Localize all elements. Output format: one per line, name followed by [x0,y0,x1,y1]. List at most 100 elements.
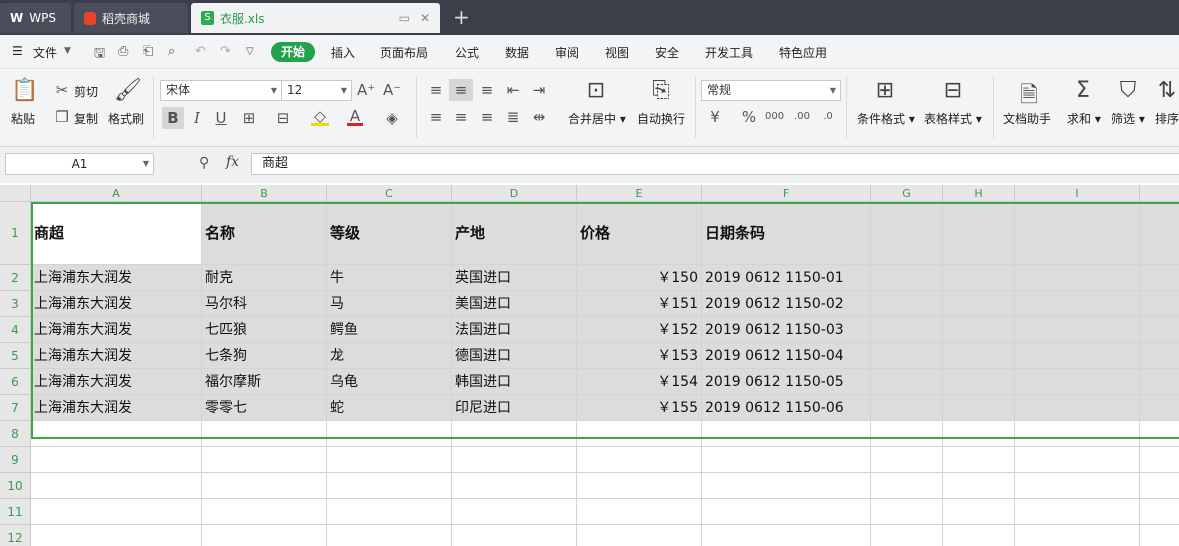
row-header[interactable]: 4 [0,317,31,343]
cell[interactable]: 上海浦东大润发 [31,291,202,317]
cell[interactable] [202,447,327,473]
cell[interactable] [1140,499,1179,525]
column-header[interactable]: E [577,185,702,202]
menu-hamburger-icon[interactable]: ☰ [12,44,23,58]
copy-icon[interactable]: ❐ [54,108,70,126]
cell[interactable] [943,499,1015,525]
row-header[interactable]: 11 [0,499,31,525]
cell[interactable] [1140,369,1179,395]
cell[interactable] [327,447,452,473]
cell[interactable]: 乌龟 [327,369,452,395]
cell[interactable] [1015,291,1140,317]
cell[interactable] [1140,265,1179,291]
cell[interactable] [871,202,943,265]
cell[interactable]: 2019 0612 1150-06 [702,395,871,421]
cell[interactable] [943,202,1015,265]
cell[interactable] [327,499,452,525]
cell[interactable] [943,317,1015,343]
cell[interactable] [1140,447,1179,473]
paste-icon[interactable]: 📋 [10,78,40,103]
cell[interactable] [871,343,943,369]
cell[interactable] [871,395,943,421]
tab-document[interactable]: S 衣服.xls ▭ ✕ [191,3,440,33]
chevron-down-icon[interactable]: ▼ [64,46,71,56]
cell[interactable] [1140,291,1179,317]
column-header[interactable]: F [702,185,871,202]
row-header[interactable]: 5 [0,343,31,369]
formula-input[interactable]: 商超 [251,153,1179,175]
cell[interactable] [702,447,871,473]
cell[interactable] [577,473,702,499]
cell[interactable]: ￥153 [577,343,702,369]
menu-file[interactable]: 文件 [33,44,57,61]
header-cell[interactable]: 价格 [577,202,702,265]
sort-icon[interactable]: ⇅ [1155,78,1179,103]
decrease-font-icon[interactable]: A⁻ [383,81,401,99]
cell[interactable]: 零零七 [202,395,327,421]
row-header[interactable]: 10 [0,473,31,499]
quick-access-dropdown-icon[interactable]: ▽ [246,46,254,57]
cell[interactable] [1015,395,1140,421]
cell[interactable]: 蛇 [327,395,452,421]
cell[interactable] [943,421,1015,447]
cell[interactable] [202,499,327,525]
column-header[interactable]: A [31,185,202,202]
thousands-separator-icon[interactable]: 000 [765,108,784,126]
conditional-format-icon[interactable]: ⊞ [871,78,899,103]
cell[interactable] [1140,202,1179,265]
column-header[interactable]: C [327,185,452,202]
paste-button[interactable]: 粘贴 [11,110,35,127]
row-header[interactable]: 8 [0,421,31,447]
cell[interactable]: 2019 0612 1150-02 [702,291,871,317]
increase-font-icon[interactable]: A⁺ [357,81,375,99]
decrease-decimal-icon[interactable]: .0 [818,108,838,126]
menu-data[interactable]: 数据 [505,44,529,61]
cell[interactable] [31,525,202,546]
cell[interactable] [943,473,1015,499]
indent-increase-icon[interactable]: ⇥ [530,81,548,99]
cell[interactable] [871,265,943,291]
cell[interactable] [702,499,871,525]
merge-center-button[interactable]: 合并居中 ▾ [568,110,626,127]
merge-center-icon[interactable]: ⊡ [582,78,610,103]
cell[interactable] [943,395,1015,421]
cell[interactable] [943,291,1015,317]
cell[interactable] [871,499,943,525]
row-header[interactable]: 2 [0,265,31,291]
row-header[interactable]: 3 [0,291,31,317]
align-center-icon[interactable]: ≡ [452,108,470,126]
cell[interactable]: 英国进口 [452,265,577,291]
cell[interactable] [702,421,871,447]
cell[interactable] [1140,395,1179,421]
cell[interactable]: 印尼进口 [452,395,577,421]
cell[interactable]: 马尔科 [202,291,327,317]
cell[interactable] [1015,421,1140,447]
cell[interactable]: 法国进口 [452,317,577,343]
restore-window-icon[interactable]: ▭ [399,11,410,25]
cell[interactable]: 马 [327,291,452,317]
sort-button[interactable]: 排序 [1155,110,1179,127]
italic-icon[interactable]: I [189,109,205,127]
menu-view[interactable]: 视图 [605,44,629,61]
cell[interactable]: ￥150 [577,265,702,291]
select-all-corner[interactable] [0,185,31,202]
sum-icon[interactable]: Σ [1069,78,1097,103]
cell[interactable] [577,525,702,546]
redo-icon[interactable]: ↷ [220,44,231,59]
cell[interactable] [202,421,327,447]
cell[interactable]: 鳄鱼 [327,317,452,343]
cell[interactable] [1015,499,1140,525]
cell[interactable] [1015,447,1140,473]
cell[interactable] [1015,265,1140,291]
wrap-text-icon[interactable]: ⎘ [647,78,675,103]
undo-icon[interactable]: ↶ [195,44,206,59]
cell[interactable]: ￥151 [577,291,702,317]
cell[interactable] [871,291,943,317]
insert-function-button[interactable]: fx [226,154,239,170]
row-header[interactable]: 6 [0,369,31,395]
cell[interactable] [577,447,702,473]
header-cell[interactable]: 日期条码 [702,202,871,265]
filter-icon[interactable]: ⛉ [1114,78,1142,103]
cell[interactable]: 上海浦东大润发 [31,343,202,369]
menu-formula[interactable]: 公式 [455,44,479,61]
